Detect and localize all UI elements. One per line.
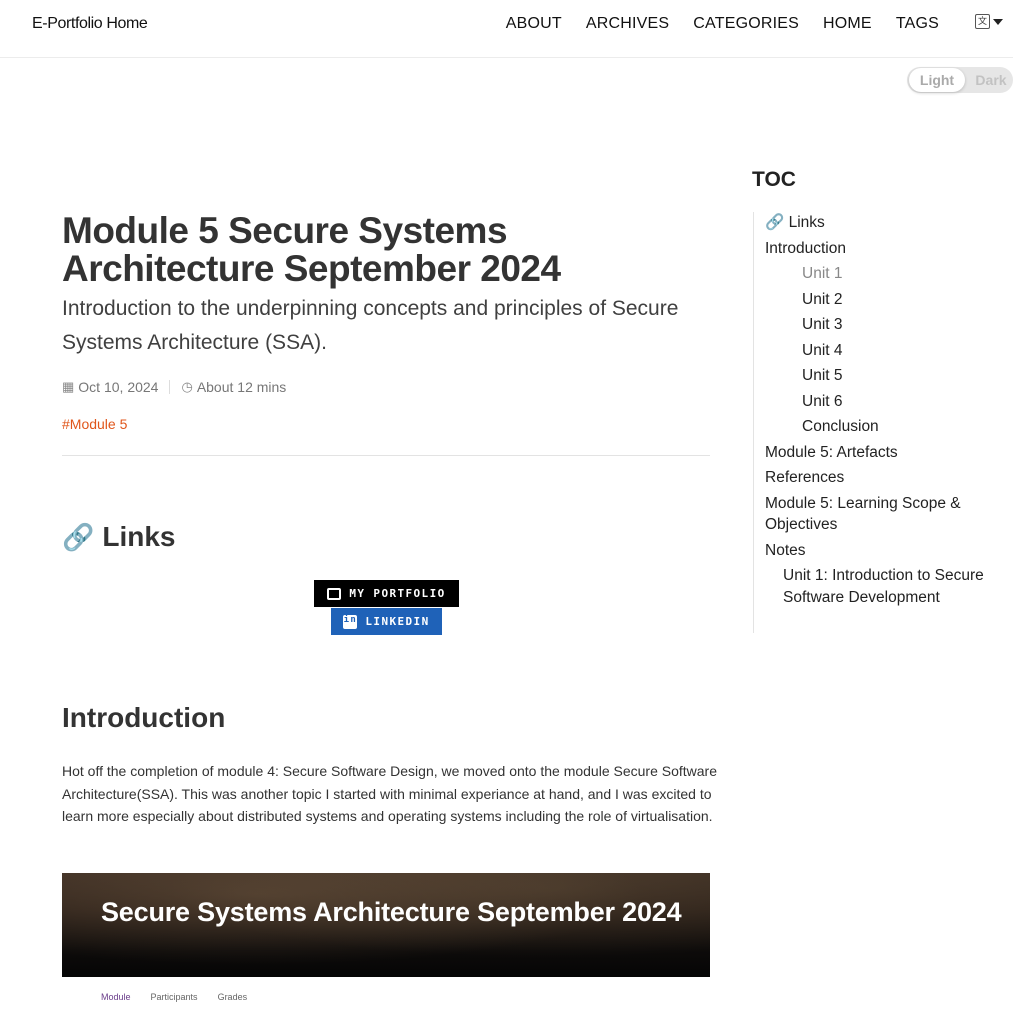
read-time: About 12 mins [196,379,287,395]
post-subtitle: Introduction to the underpinning concept… [62,297,679,354]
post-tag[interactable]: #Module 5 [62,416,127,432]
link-icon: 🔗 [62,521,95,552]
post-meta: ▦ Oct 10, 2024 ◷ About 12 mins [62,379,286,395]
toc-item-unit-6[interactable]: Unit 6 [765,391,1005,413]
toc-item-unit-5[interactable]: Unit 5 [765,365,1005,387]
toc-item-unit-3[interactable]: Unit 3 [765,314,1005,336]
nav-links: ABOUT ARCHIVES CATEGORIES HOME TAGS [506,15,939,33]
header-divider [62,455,710,456]
translate-icon: 文 [975,14,990,29]
toc-item-links[interactable]: 🔗 Links [765,212,1005,234]
navbar: E-Portfolio Home ABOUT ARCHIVES CATEGORI… [0,0,1013,58]
nav-link-archives[interactable]: ARCHIVES [586,15,669,33]
linkedin-icon: in [343,614,358,629]
theme-toggle[interactable]: Light Dark [907,67,1013,93]
coffee-icon [327,587,342,600]
links-heading-text: Links [102,521,176,552]
brand-link[interactable]: E-Portfolio Home [32,15,148,33]
subnav-module: Module [101,992,131,1002]
toc-item-learning-scope[interactable]: Module 5: Learning Scope & Objectives [765,493,1005,536]
portfolio-badge-label: MY PORTFOLIO [349,587,446,600]
toc-heading: TOC [752,168,796,191]
nav-link-categories[interactable]: CATEGORIES [693,15,799,33]
nav-link-about[interactable]: ABOUT [506,15,562,33]
toc-item-notes-unit-1[interactable]: Unit 1: Introduction to Secure Software … [765,565,1005,608]
toc-item-introduction[interactable]: Introduction [765,238,1005,260]
toc-item-notes[interactable]: Notes [765,540,1005,562]
toc-list: 🔗 Links Introduction Unit 1 Unit 2 Unit … [765,212,1005,612]
post-date: Oct 10, 2024 [78,379,159,395]
linkedin-badge-label: LINKEDIN [365,615,430,628]
theme-dark-option[interactable]: Dark [969,67,1013,93]
linkedin-badge[interactable]: in LINKEDIN [331,608,442,635]
banner-title: Secure Systems Architecture September 20… [101,897,682,927]
clock-icon: ◷ [181,379,193,394]
toc-rule [753,212,754,633]
toc-item-unit-1[interactable]: Unit 1 [765,263,1005,285]
toc-item-references[interactable]: References [765,467,1005,489]
portfolio-badge[interactable]: MY PORTFOLIO [314,580,459,607]
introduction-heading: Introduction [62,702,226,733]
subnav-grades: Grades [217,992,248,1002]
toc-item-artefacts[interactable]: Module 5: Artefacts [765,442,1005,464]
toc-item-unit-2[interactable]: Unit 2 [765,289,1005,311]
toc-item-conclusion[interactable]: Conclusion [765,416,1005,438]
post-title: Module 5 Secure Systems Architecture Sep… [62,210,561,289]
nav-link-home[interactable]: HOME [823,15,872,33]
course-subnav: Module Participants Grades [101,992,247,1002]
nav-link-tags[interactable]: TAGS [896,15,939,33]
subnav-participants: Participants [150,992,198,1002]
introduction-paragraph: Hot off the completion of module 4: Secu… [62,763,717,824]
language-dropdown[interactable]: 文 [975,14,1003,29]
theme-light-option[interactable]: Light [909,68,965,92]
caret-down-icon [993,18,1003,25]
toc-item-unit-4[interactable]: Unit 4 [765,340,1005,362]
meta-divider [169,380,171,394]
links-heading: 🔗 Links [62,521,176,553]
calendar-icon: ▦ [62,379,75,394]
course-banner-image: Secure Systems Architecture September 20… [62,873,710,977]
